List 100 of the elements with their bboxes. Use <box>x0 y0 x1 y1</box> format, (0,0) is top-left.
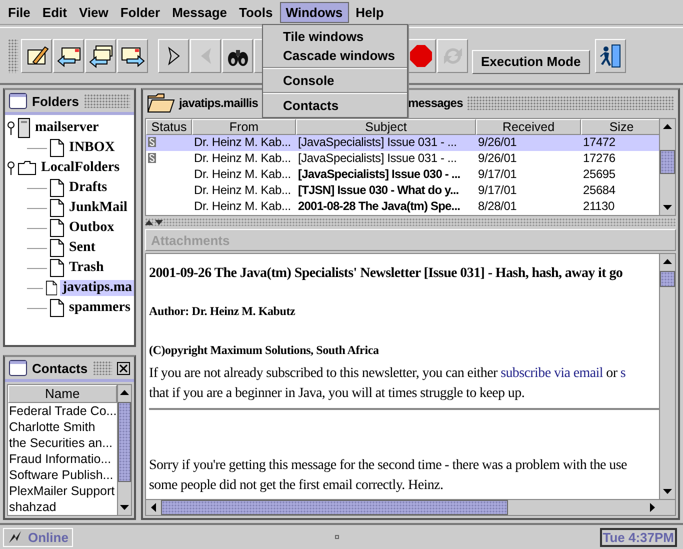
date-cell-text: 8/28/01 <box>477 199 518 215</box>
splitter-handle[interactable] <box>145 218 676 226</box>
folder-icon <box>18 161 36 175</box>
column-header[interactable]: Subject <box>296 119 476 135</box>
folder-name[interactable]: javatips.ma <box>60 280 134 296</box>
scroll-thumb[interactable] <box>660 271 675 287</box>
mailbox-title: messages <box>408 96 463 110</box>
column-header[interactable]: Name <box>8 385 117 403</box>
lightning-icon <box>8 530 22 544</box>
execution-mode-button[interactable]: Execution Mode <box>472 50 590 74</box>
toolbar-button[interactable] <box>21 38 52 72</box>
menu-item[interactable]: File <box>3 2 36 22</box>
expand-up-arrow-icon[interactable] <box>145 220 153 224</box>
scroll-up-arrow-icon[interactable] <box>663 259 672 264</box>
size-cell-text: 17472 <box>582 135 616 151</box>
folder-name[interactable]: INBOX <box>67 140 117 156</box>
toolbar-button[interactable] <box>594 38 626 72</box>
subscribe-link[interactable]: subscribe via email <box>500 366 603 381</box>
menu-item[interactable]: Windows <box>280 2 349 22</box>
document-icon <box>50 259 64 277</box>
menu-item[interactable]: Folder <box>115 2 166 22</box>
folder-name[interactable]: LocalFolders <box>39 160 122 176</box>
column-header[interactable]: Size <box>581 119 662 135</box>
vertical-scrollbar[interactable] <box>116 385 131 515</box>
toolbar-grip[interactable] <box>8 38 18 72</box>
message-row[interactable]: Dr. Heinz M. Kab... [JavaSpecialists] Issue 031 - ... 9/26/01 17472 <box>146 135 659 151</box>
scroll-thumb[interactable] <box>161 500 508 515</box>
window-icon <box>9 360 27 376</box>
menu-item[interactable]: Help <box>350 2 389 22</box>
folder-name[interactable]: Outbox <box>67 220 116 236</box>
close-icon[interactable] <box>117 362 130 374</box>
folder-name[interactable]: spammers <box>67 300 132 316</box>
document-icon <box>50 199 64 217</box>
scroll-thumb[interactable] <box>118 402 131 482</box>
clock: Tue 4:37PM <box>600 528 677 546</box>
contact-name[interactable]: shahzad <box>8 499 117 515</box>
scroll-up-arrow-icon[interactable] <box>120 390 129 395</box>
message-row[interactable]: Dr. Heinz M. Kab... [TJSN] Issue 030 - What do y... 9/17/01 25684 <box>146 183 659 199</box>
scroll-thumb[interactable] <box>660 150 675 174</box>
folder-name[interactable]: mailserver <box>33 120 101 136</box>
toolbar-button[interactable] <box>158 38 189 72</box>
running-man-door-icon <box>598 44 622 68</box>
column-header[interactable]: From <box>192 119 296 135</box>
menu-item[interactable]: Tools <box>234 2 278 22</box>
vertical-scrollbar[interactable] <box>659 119 675 215</box>
window-icon <box>9 93 27 109</box>
menu-option[interactable]: Contacts <box>263 96 407 115</box>
link[interactable]: s <box>620 366 626 381</box>
contact-name[interactable]: the Securities an... <box>8 435 117 451</box>
title-bar-grip[interactable] <box>84 94 130 108</box>
scroll-up-arrow-icon[interactable] <box>663 124 672 129</box>
folder-name[interactable]: Trash <box>67 260 106 276</box>
small-square-icon <box>334 535 339 539</box>
vertical-scrollbar[interactable] <box>659 254 675 499</box>
mailbox-title: javatips.maillis <box>179 96 258 110</box>
scroll-right-arrow-icon[interactable] <box>650 503 655 512</box>
envelopes-arrow-icon <box>88 44 112 68</box>
title-bar-grip[interactable] <box>92 361 112 375</box>
paragraph-text: some people did not get the first email correctly. Heinz. <box>149 477 444 495</box>
scroll-down-arrow-icon[interactable] <box>120 505 129 510</box>
toolbar-button[interactable] <box>222 38 253 72</box>
message-row[interactable]: Dr. Heinz M. Kab... [JavaSpecialists] Issue 031 - ... 9/26/01 17276 <box>146 151 659 167</box>
toolbar-button[interactable] <box>117 38 148 72</box>
panel-title: Folders <box>32 94 79 108</box>
message-row[interactable]: Dr. Heinz M. Kab... [JavaSpecialists] Issue 030 - ... 9/17/01 25695 <box>146 167 659 183</box>
toolbar-button[interactable] <box>85 38 116 72</box>
toolbar-button[interactable] <box>53 38 84 72</box>
scroll-down-arrow-icon[interactable] <box>663 205 672 210</box>
document-icon <box>50 219 64 237</box>
contact-name[interactable]: PlexMailer Support <box>8 483 117 499</box>
contact-name[interactable]: Software Publish... <box>8 467 117 483</box>
folder-name[interactable]: Sent <box>67 240 98 256</box>
document-icon <box>50 179 64 197</box>
horizontal-scrollbar[interactable] <box>146 499 675 515</box>
title-bar-grip[interactable] <box>466 96 674 110</box>
contact-name[interactable]: Charlotte Smith <box>8 419 117 435</box>
pencil-paper-icon <box>24 44 48 68</box>
menu-item[interactable]: Message <box>167 2 232 22</box>
menu-option[interactable]: Cascade windows <box>263 46 407 65</box>
contact-name[interactable]: Federal Trade Co... <box>8 403 117 419</box>
size-cell-text: 17276 <box>582 151 616 167</box>
menu-option[interactable]: Console <box>263 71 407 90</box>
sender-cell-text: Dr. Heinz M. Kab... <box>193 199 292 215</box>
folder-name[interactable]: Drafts <box>67 180 110 196</box>
subject-cell-text: [JavaSpecialists] Issue 031 - ... <box>297 135 458 151</box>
expanded-handle-icon[interactable] <box>7 161 15 175</box>
expand-down-arrow-icon[interactable] <box>155 220 163 224</box>
message-row[interactable]: Dr. Heinz M. Kab... 2001-08-28 The Java(tm) Spe... 8/28/01 21130 <box>146 199 659 215</box>
scroll-left-arrow-icon[interactable] <box>151 503 156 512</box>
copyright-line: (C)opyright Maximum Solutions, South Africa <box>149 343 380 358</box>
column-header[interactable]: Received <box>476 119 581 135</box>
menu-item[interactable]: View <box>74 2 114 22</box>
scroll-down-arrow-icon[interactable] <box>663 489 672 494</box>
server-tower-icon <box>18 118 30 138</box>
folder-name[interactable]: JunkMail <box>67 200 130 216</box>
menu-item[interactable]: Edit <box>37 2 72 22</box>
expanded-handle-icon[interactable] <box>7 121 15 135</box>
column-header[interactable]: Status <box>146 119 192 135</box>
menu-option[interactable]: Tile windows <box>263 27 407 46</box>
contact-name[interactable]: Fraud Informatio... <box>8 451 117 467</box>
